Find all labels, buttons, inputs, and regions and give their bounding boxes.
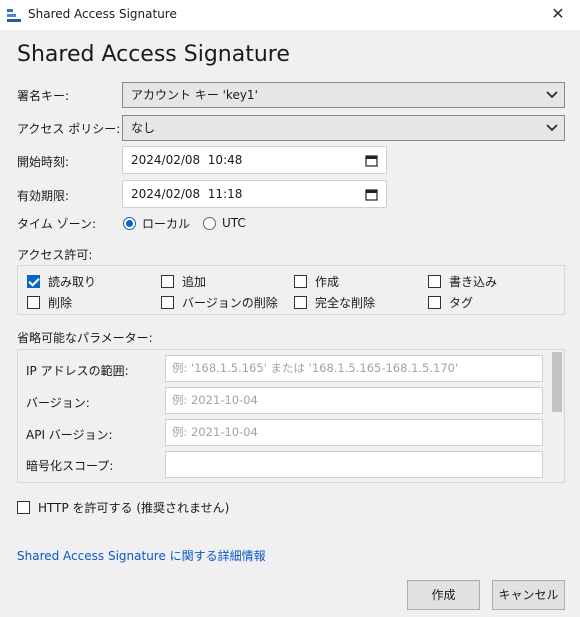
encryption-scope-label: 暗号化スコープ: (26, 459, 114, 473)
more-info-link[interactable]: Shared Access Signature に関する詳細情報 (17, 547, 266, 564)
permission-permanent-delete-label: 完全な削除 (315, 296, 376, 310)
access-policy-value: なし (131, 121, 156, 135)
time-zone-local-label: ローカル (142, 216, 191, 231)
access-policy-select[interactable]: なし (122, 115, 565, 141)
optional-params-panel: IP アドレスの範囲: 例: '168.1.5.165' または '168.1.… (17, 349, 565, 483)
checkbox-unchecked-icon (161, 275, 174, 288)
checkbox-unchecked-icon (27, 296, 40, 309)
permission-read-checkbox[interactable]: 読み取り (27, 273, 96, 290)
checkbox-unchecked-icon (428, 275, 441, 288)
permission-write-label: 書き込み (449, 275, 498, 289)
checkbox-unchecked-icon (294, 275, 307, 288)
signing-key-select[interactable]: アカウント キー 'key1' (122, 82, 565, 108)
access-policy-label: アクセス ポリシー: (17, 122, 121, 136)
create-button[interactable]: 作成 (407, 580, 480, 610)
time-zone-local-radio[interactable]: ローカル (123, 215, 190, 231)
radio-selected-icon (123, 216, 136, 230)
calendar-icon[interactable] (365, 154, 378, 167)
time-zone-utc-label: UTC (222, 216, 246, 230)
expiry-time-picker[interactable]: 2024/02/08 11:18 (122, 180, 387, 208)
permission-tag-checkbox[interactable]: タグ (428, 294, 473, 311)
checkbox-unchecked-icon (294, 296, 307, 309)
permission-write-checkbox[interactable]: 書き込み (428, 273, 497, 290)
permission-create-label: 作成 (315, 275, 340, 289)
cancel-button[interactable]: キャンセル (492, 580, 565, 610)
scrollbar-thumb[interactable] (552, 352, 562, 412)
signing-key-label: 署名キー: (17, 89, 70, 103)
storage-explorer-icon (7, 9, 21, 22)
permission-delete-version-label: バージョンの削除 (182, 296, 278, 310)
permission-delete-checkbox[interactable]: 削除 (27, 294, 72, 311)
permission-add-checkbox[interactable]: 追加 (161, 273, 206, 290)
version-label: バージョン: (26, 396, 90, 410)
start-time-picker[interactable]: 2024/02/08 10:48 (122, 146, 387, 174)
checkbox-unchecked-icon (161, 296, 174, 309)
checkbox-checked-icon (27, 275, 40, 288)
radio-unselected-icon (203, 216, 216, 230)
close-button[interactable]: ✕ (544, 2, 572, 26)
checkbox-unchecked-icon (428, 296, 441, 309)
permission-delete-label: 削除 (48, 296, 73, 310)
expiry-time-value: 2024/02/08 11:18 (131, 187, 243, 201)
window-title: Shared Access Signature (28, 7, 177, 21)
version-input[interactable]: 例: 2021-10-04 (165, 387, 543, 414)
encryption-scope-input[interactable] (165, 451, 543, 478)
start-time-value: 2024/02/08 10:48 (131, 153, 243, 167)
allow-http-label: HTTP を許可する (推奨されません) (38, 501, 230, 515)
permission-permanent-delete-checkbox[interactable]: 完全な削除 (294, 294, 375, 311)
permission-tag-label: タグ (449, 296, 474, 310)
time-zone-utc-radio[interactable]: UTC (203, 215, 246, 231)
permission-create-checkbox[interactable]: 作成 (294, 273, 339, 290)
expiry-time-label: 有効期限: (17, 189, 70, 203)
ip-range-label: IP アドレスの範囲: (26, 364, 129, 378)
chevron-down-icon (546, 124, 558, 132)
permission-delete-version-checkbox[interactable]: バージョンの削除 (161, 294, 278, 311)
checkbox-unchecked-icon (17, 501, 30, 514)
permissions-group: 読み取り 追加 作成 書き込み 削除 バージョンの削除 完全な削除 タグ (17, 265, 565, 315)
calendar-icon[interactable] (365, 188, 378, 201)
api-version-input[interactable]: 例: 2021-10-04 (165, 419, 543, 446)
title-bar: Shared Access Signature ✕ (0, 0, 580, 30)
permissions-label: アクセス許可: (17, 248, 93, 262)
ip-range-input[interactable]: 例: '168.1.5.165' または '168.1.5.165-168.1.… (165, 355, 543, 382)
scrollbar[interactable] (552, 350, 564, 482)
page-title: Shared Access Signature (17, 42, 290, 67)
signing-key-value: アカウント キー 'key1' (131, 88, 258, 102)
start-time-label: 開始時刻: (17, 155, 70, 169)
allow-http-checkbox[interactable]: HTTP を許可する (推奨されません) (17, 499, 229, 516)
time-zone-label: タイム ゾーン: (17, 217, 97, 231)
api-version-label: API バージョン: (26, 428, 113, 442)
chevron-down-icon (546, 91, 558, 99)
optional-params-label: 省略可能なパラメーター: (17, 331, 153, 345)
permission-add-label: 追加 (182, 275, 207, 289)
permission-read-label: 読み取り (48, 275, 97, 289)
